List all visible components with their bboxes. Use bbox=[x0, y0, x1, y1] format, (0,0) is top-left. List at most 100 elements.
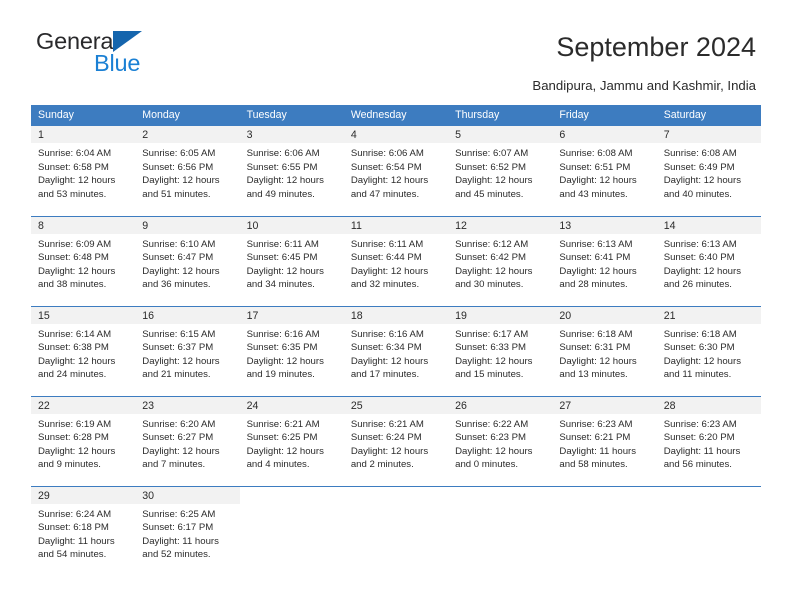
day-daylight1-text: Daylight: 12 hours bbox=[38, 355, 116, 367]
day-number: 23 bbox=[135, 396, 240, 414]
day-daylight2-text: and 2 minutes. bbox=[350, 459, 414, 471]
calendar-day-cell[interactable]: 8 Sunrise: 6:09 AM Sunset: 6:48 PM Daylight… bbox=[31, 215, 136, 306]
day-number: 24 bbox=[239, 396, 344, 414]
day-sunset-text: Sunset: 6:44 PM bbox=[350, 252, 422, 264]
calendar-day-cell[interactable]: 1 Sunrise: 6:04 AM Sunset: 6:58 PM Daylight… bbox=[31, 126, 136, 216]
day-sunrise-text: Sunrise: 6:23 AM bbox=[663, 418, 737, 430]
calendar-day-cell[interactable]: 29 Sunrise: 6:24 AM Sunset: 6:18 PM Dayligh… bbox=[31, 485, 136, 577]
day-sunrise-text: Sunrise: 6:14 AM bbox=[38, 328, 112, 340]
day-sunset-text: Sunset: 6:48 PM bbox=[38, 252, 109, 264]
day-sun-info: Sunrise: 6:14 AM Sunset: 6:38 PM Daylight:… bbox=[31, 324, 135, 382]
day-number bbox=[344, 487, 448, 504]
day-cell-inner: 10 Sunrise: 6:11 AM Sunset: 6:45 PM Dayligh… bbox=[239, 216, 344, 306]
day-number: 18 bbox=[343, 306, 449, 324]
calendar-day-cell[interactable]: 20 Sunrise: 6:18 AM Sunset: 6:31 PM Dayligh… bbox=[552, 305, 657, 396]
day-daylight1-text: Daylight: 12 hours bbox=[142, 265, 220, 277]
calendar-day-cell[interactable]: 12 Sunrise: 6:12 AM Sunset: 6:42 PM Dayligh… bbox=[448, 215, 553, 306]
page-title: September 2024 bbox=[556, 32, 756, 62]
calendar-day-cell[interactable]: 3 Sunrise: 6:06 AM Sunset: 6:55 PM Daylight… bbox=[239, 126, 344, 216]
weekday-header-tuesday: Tuesday bbox=[239, 105, 344, 126]
day-number: 15 bbox=[31, 306, 136, 324]
day-cell-inner: 18 Sunrise: 6:16 AM Sunset: 6:34 PM Dayligh… bbox=[343, 306, 449, 396]
calendar-day-cell[interactable]: 16 Sunrise: 6:15 AM Sunset: 6:37 PM Dayligh… bbox=[135, 305, 240, 396]
calendar-day-cell[interactable]: 17 Sunrise: 6:16 AM Sunset: 6:35 PM Dayligh… bbox=[239, 305, 344, 396]
calendar-day-cell[interactable]: 21 Sunrise: 6:18 AM Sunset: 6:30 PM Dayligh… bbox=[656, 305, 761, 396]
day-number: 26 bbox=[448, 396, 553, 414]
calendar-day-cell[interactable]: 9 Sunrise: 6:10 AM Sunset: 6:47 PM Daylight… bbox=[135, 215, 240, 306]
day-cell-inner: 5 Sunrise: 6:07 AM Sunset: 6:52 PM Daylight… bbox=[448, 126, 553, 216]
day-sunrise-text: Sunrise: 6:08 AM bbox=[663, 148, 737, 159]
weekday-header-friday: Friday bbox=[552, 105, 657, 126]
day-daylight1-text: Daylight: 12 hours bbox=[142, 445, 220, 457]
calendar-day-cell[interactable]: 22 Sunrise: 6:19 AM Sunset: 6:28 PM Dayligh… bbox=[31, 395, 136, 486]
day-sunrise-text: Sunrise: 6:25 AM bbox=[142, 508, 216, 520]
day-daylight2-text: and 26 minutes. bbox=[663, 279, 732, 291]
day-sunrise-text: Sunrise: 6:20 AM bbox=[142, 418, 216, 430]
day-daylight2-text: and 43 minutes. bbox=[559, 188, 628, 200]
day-daylight2-text: and 0 minutes. bbox=[455, 459, 519, 471]
calendar-day-cell[interactable]: 26 Sunrise: 6:22 AM Sunset: 6:23 PM Dayligh… bbox=[448, 395, 553, 486]
calendar-page: General Blue September 2024 Bandipura, J… bbox=[0, 0, 792, 612]
day-number: 21 bbox=[656, 306, 761, 324]
calendar-day-cell[interactable]: 19 Sunrise: 6:17 AM Sunset: 6:33 PM Dayligh… bbox=[448, 305, 553, 396]
day-number: 17 bbox=[239, 306, 344, 324]
weekday-header-sunday: Sunday bbox=[31, 105, 136, 126]
calendar-day-cell[interactable]: 30 Sunrise: 6:25 AM Sunset: 6:17 PM Dayligh… bbox=[135, 485, 240, 576]
calendar-day-cell[interactable]: 4 Sunrise: 6:06 AM Sunset: 6:54 PM Daylight… bbox=[343, 126, 449, 216]
day-cell-inner: 29 Sunrise: 6:24 AM Sunset: 6:18 PM Dayligh… bbox=[31, 486, 136, 577]
day-number bbox=[448, 487, 552, 504]
day-sun-info: Sunrise: 6:12 AM Sunset: 6:42 PM Daylight:… bbox=[448, 234, 552, 292]
calendar-day-cell[interactable]: 18 Sunrise: 6:16 AM Sunset: 6:34 PM Dayligh… bbox=[343, 305, 449, 396]
day-number: 16 bbox=[135, 306, 240, 324]
day-sunrise-text: Sunrise: 6:16 AM bbox=[350, 328, 424, 340]
calendar-day-cell[interactable]: 28 Sunrise: 6:23 AM Sunset: 6:20 PM Dayligh… bbox=[656, 395, 761, 486]
day-number: 9 bbox=[135, 216, 240, 234]
calendar-day-cell[interactable]: 15 Sunrise: 6:14 AM Sunset: 6:38 PM Dayligh… bbox=[31, 305, 136, 396]
day-sunset-text: Sunset: 6:45 PM bbox=[246, 252, 318, 264]
calendar-day-cell[interactable]: 2 Sunrise: 6:05 AM Sunset: 6:56 PM Daylight… bbox=[135, 126, 240, 216]
day-sun-info: Sunrise: 6:09 AM Sunset: 6:48 PM Daylight:… bbox=[31, 234, 135, 292]
calendar-day-cell[interactable]: 14 Sunrise: 6:13 AM Sunset: 6:40 PM Dayligh… bbox=[656, 215, 761, 306]
calendar-day-cell[interactable]: 6 Sunrise: 6:08 AM Sunset: 6:51 PM Daylight… bbox=[552, 126, 657, 216]
day-sunrise-text: Sunrise: 6:21 AM bbox=[350, 418, 424, 430]
calendar-day-cell[interactable]: 27 Sunrise: 6:23 AM Sunset: 6:21 PM Dayligh… bbox=[552, 395, 657, 486]
day-cell-inner: 12 Sunrise: 6:12 AM Sunset: 6:42 PM Dayligh… bbox=[448, 216, 553, 306]
day-sunrise-text: Sunrise: 6:09 AM bbox=[38, 238, 112, 250]
calendar-day-cell[interactable]: 7 Sunrise: 6:08 AM Sunset: 6:49 PM Daylight… bbox=[656, 126, 761, 216]
calendar-day-cell[interactable]: 24 Sunrise: 6:21 AM Sunset: 6:25 PM Dayligh… bbox=[239, 395, 344, 486]
day-sunrise-text: Sunrise: 6:11 AM bbox=[246, 238, 319, 250]
day-sunrise-text: Sunrise: 6:15 AM bbox=[142, 328, 216, 340]
day-number: 19 bbox=[448, 306, 553, 324]
day-sun-info: Sunrise: 6:20 AM Sunset: 6:27 PM Daylight:… bbox=[135, 414, 239, 472]
day-sun-info: Sunrise: 6:15 AM Sunset: 6:37 PM Daylight:… bbox=[135, 324, 239, 382]
day-daylight2-text: and 47 minutes. bbox=[350, 188, 420, 200]
calendar-day-cell[interactable]: 13 Sunrise: 6:13 AM Sunset: 6:41 PM Dayligh… bbox=[552, 215, 657, 306]
day-sunset-text: Sunset: 6:28 PM bbox=[38, 432, 109, 444]
day-sunset-text: Sunset: 6:49 PM bbox=[663, 161, 735, 173]
calendar-day-cell[interactable]: 10 Sunrise: 6:11 AM Sunset: 6:45 PM Dayligh… bbox=[239, 215, 344, 306]
generalblue-logo[interactable]: General Blue bbox=[36, 29, 266, 86]
calendar-day-cell[interactable]: 5 Sunrise: 6:07 AM Sunset: 6:52 PM Daylight… bbox=[448, 126, 553, 216]
calendar-week-row: 15 Sunrise: 6:14 AM Sunset: 6:38 PM Dayligh… bbox=[31, 305, 761, 396]
day-number: 1 bbox=[31, 126, 136, 143]
day-sun-info: Sunrise: 6:16 AM Sunset: 6:34 PM Daylight:… bbox=[344, 324, 448, 382]
day-cell-inner: 7 Sunrise: 6:08 AM Sunset: 6:49 PM Daylight… bbox=[656, 126, 761, 216]
calendar-day-cell[interactable]: 11 Sunrise: 6:11 AM Sunset: 6:44 PM Dayligh… bbox=[343, 215, 449, 306]
day-sunset-text: Sunset: 6:17 PM bbox=[142, 522, 214, 534]
day-cell-inner: 19 Sunrise: 6:17 AM Sunset: 6:33 PM Dayligh… bbox=[448, 306, 553, 396]
day-daylight1-text: Daylight: 12 hours bbox=[38, 175, 116, 187]
day-sun-info: Sunrise: 6:08 AM Sunset: 6:49 PM Daylight:… bbox=[657, 143, 761, 201]
calendar-day-cell-empty bbox=[239, 485, 344, 576]
day-sunrise-text: Sunrise: 6:17 AM bbox=[455, 328, 529, 340]
calendar-day-cell[interactable]: 25 Sunrise: 6:21 AM Sunset: 6:24 PM Dayligh… bbox=[343, 395, 449, 486]
day-sunrise-text: Sunrise: 6:16 AM bbox=[246, 328, 320, 340]
calendar-day-cell[interactable]: 23 Sunrise: 6:20 AM Sunset: 6:27 PM Dayligh… bbox=[135, 395, 240, 486]
day-sunrise-text: Sunrise: 6:10 AM bbox=[142, 238, 216, 250]
day-sunrise-text: Sunrise: 6:24 AM bbox=[38, 508, 112, 520]
day-daylight1-text: Daylight: 12 hours bbox=[663, 265, 742, 277]
day-sunrise-text: Sunrise: 6:22 AM bbox=[455, 418, 529, 430]
day-daylight2-text: and 38 minutes. bbox=[38, 279, 107, 291]
day-daylight1-text: Daylight: 11 hours bbox=[663, 445, 741, 457]
day-number: 27 bbox=[552, 396, 657, 414]
day-sunset-text: Sunset: 6:21 PM bbox=[559, 432, 631, 444]
